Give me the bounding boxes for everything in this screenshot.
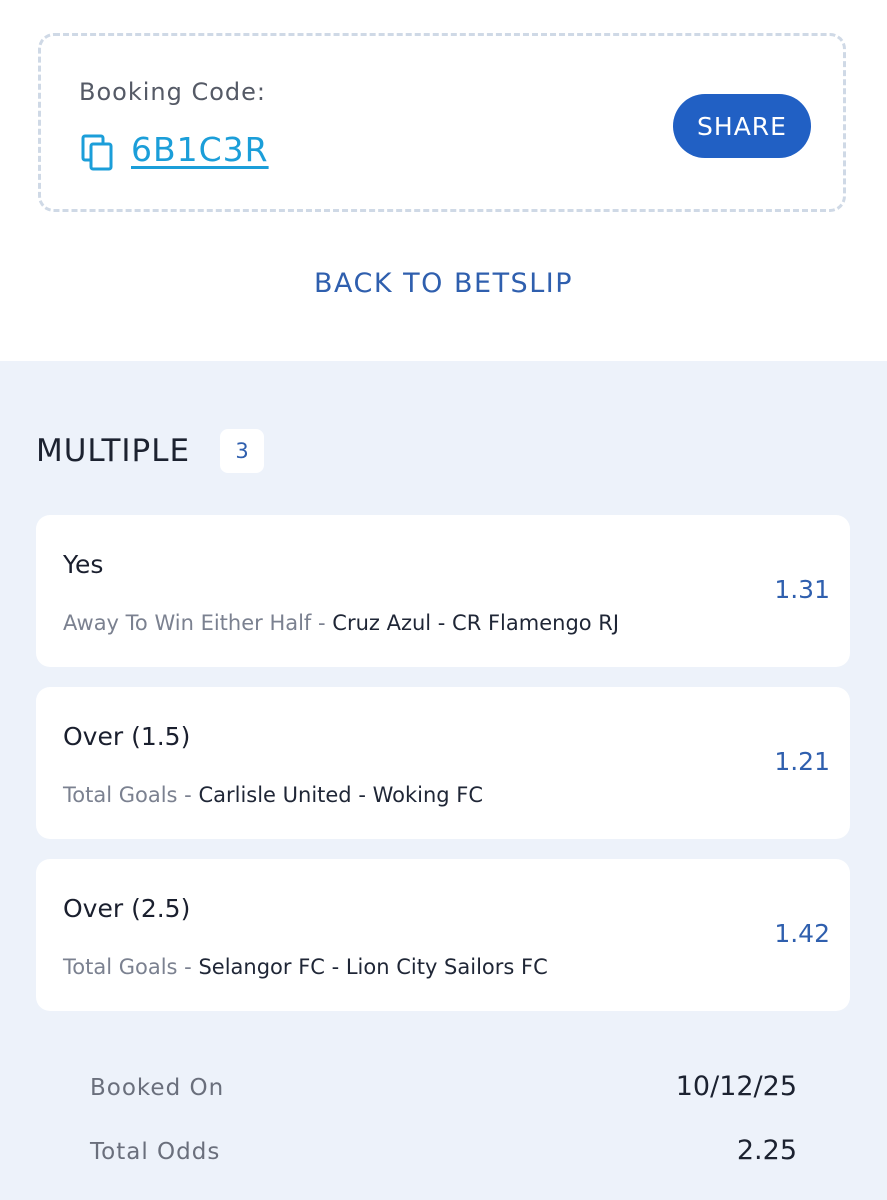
booked-on-label: Booked On — [90, 1075, 225, 1101]
bet-separator: - — [177, 955, 199, 979]
booking-header: Booking Code: 6B1C3R SHARE BACK TO BETSL… — [0, 0, 887, 361]
total-odds-value: 2.25 — [736, 1135, 797, 1166]
booking-code-box: Booking Code: 6B1C3R SHARE — [38, 33, 846, 212]
bet-odds: 1.21 — [774, 747, 830, 776]
bet-separator: - — [177, 783, 199, 807]
bet-market: Total Goals — [63, 955, 178, 979]
bet-card: Over (1.5) Total Goals - Carlisle United… — [36, 687, 850, 839]
bet-selection: Over (1.5) — [63, 722, 191, 751]
booking-code-label: Booking Code: — [79, 78, 266, 106]
booked-on-value: 10/12/25 — [675, 1071, 797, 1102]
bet-selection: Over (2.5) — [63, 894, 191, 923]
bet-separator: - — [311, 611, 333, 635]
betslip-details: MULTIPLE 3 Yes Away To Win Either Half -… — [0, 361, 887, 1200]
total-odds-label: Total Odds — [90, 1139, 221, 1165]
bet-market: Total Goals — [63, 783, 178, 807]
bet-event: Cruz Azul - CR Flamengo RJ — [332, 611, 620, 635]
bet-odds: 1.42 — [774, 919, 830, 948]
bet-event: Selangor FC - Lion City Sailors FC — [198, 955, 548, 979]
bet-detail: Total Goals - Carlisle United - Woking F… — [63, 783, 483, 807]
bet-event: Carlisle United - Woking FC — [198, 783, 484, 807]
bet-detail: Total Goals - Selangor FC - Lion City Sa… — [63, 955, 548, 979]
selection-count-badge: 3 — [220, 429, 264, 473]
share-button[interactable]: SHARE — [673, 94, 811, 158]
bet-detail: Away To Win Either Half - Cruz Azul - CR… — [63, 611, 619, 635]
bet-market: Away To Win Either Half — [63, 611, 312, 635]
booking-code-link[interactable]: 6B1C3R — [131, 130, 269, 169]
bet-card: Over (2.5) Total Goals - Selangor FC - L… — [36, 859, 850, 1011]
bet-selection: Yes — [63, 550, 104, 579]
bet-card: Yes Away To Win Either Half - Cruz Azul … — [36, 515, 850, 667]
copy-icon[interactable] — [81, 134, 115, 172]
bet-odds: 1.31 — [774, 575, 830, 604]
back-to-betslip-link[interactable]: BACK TO BETSLIP — [0, 268, 887, 299]
multiple-title: MULTIPLE — [36, 433, 191, 469]
